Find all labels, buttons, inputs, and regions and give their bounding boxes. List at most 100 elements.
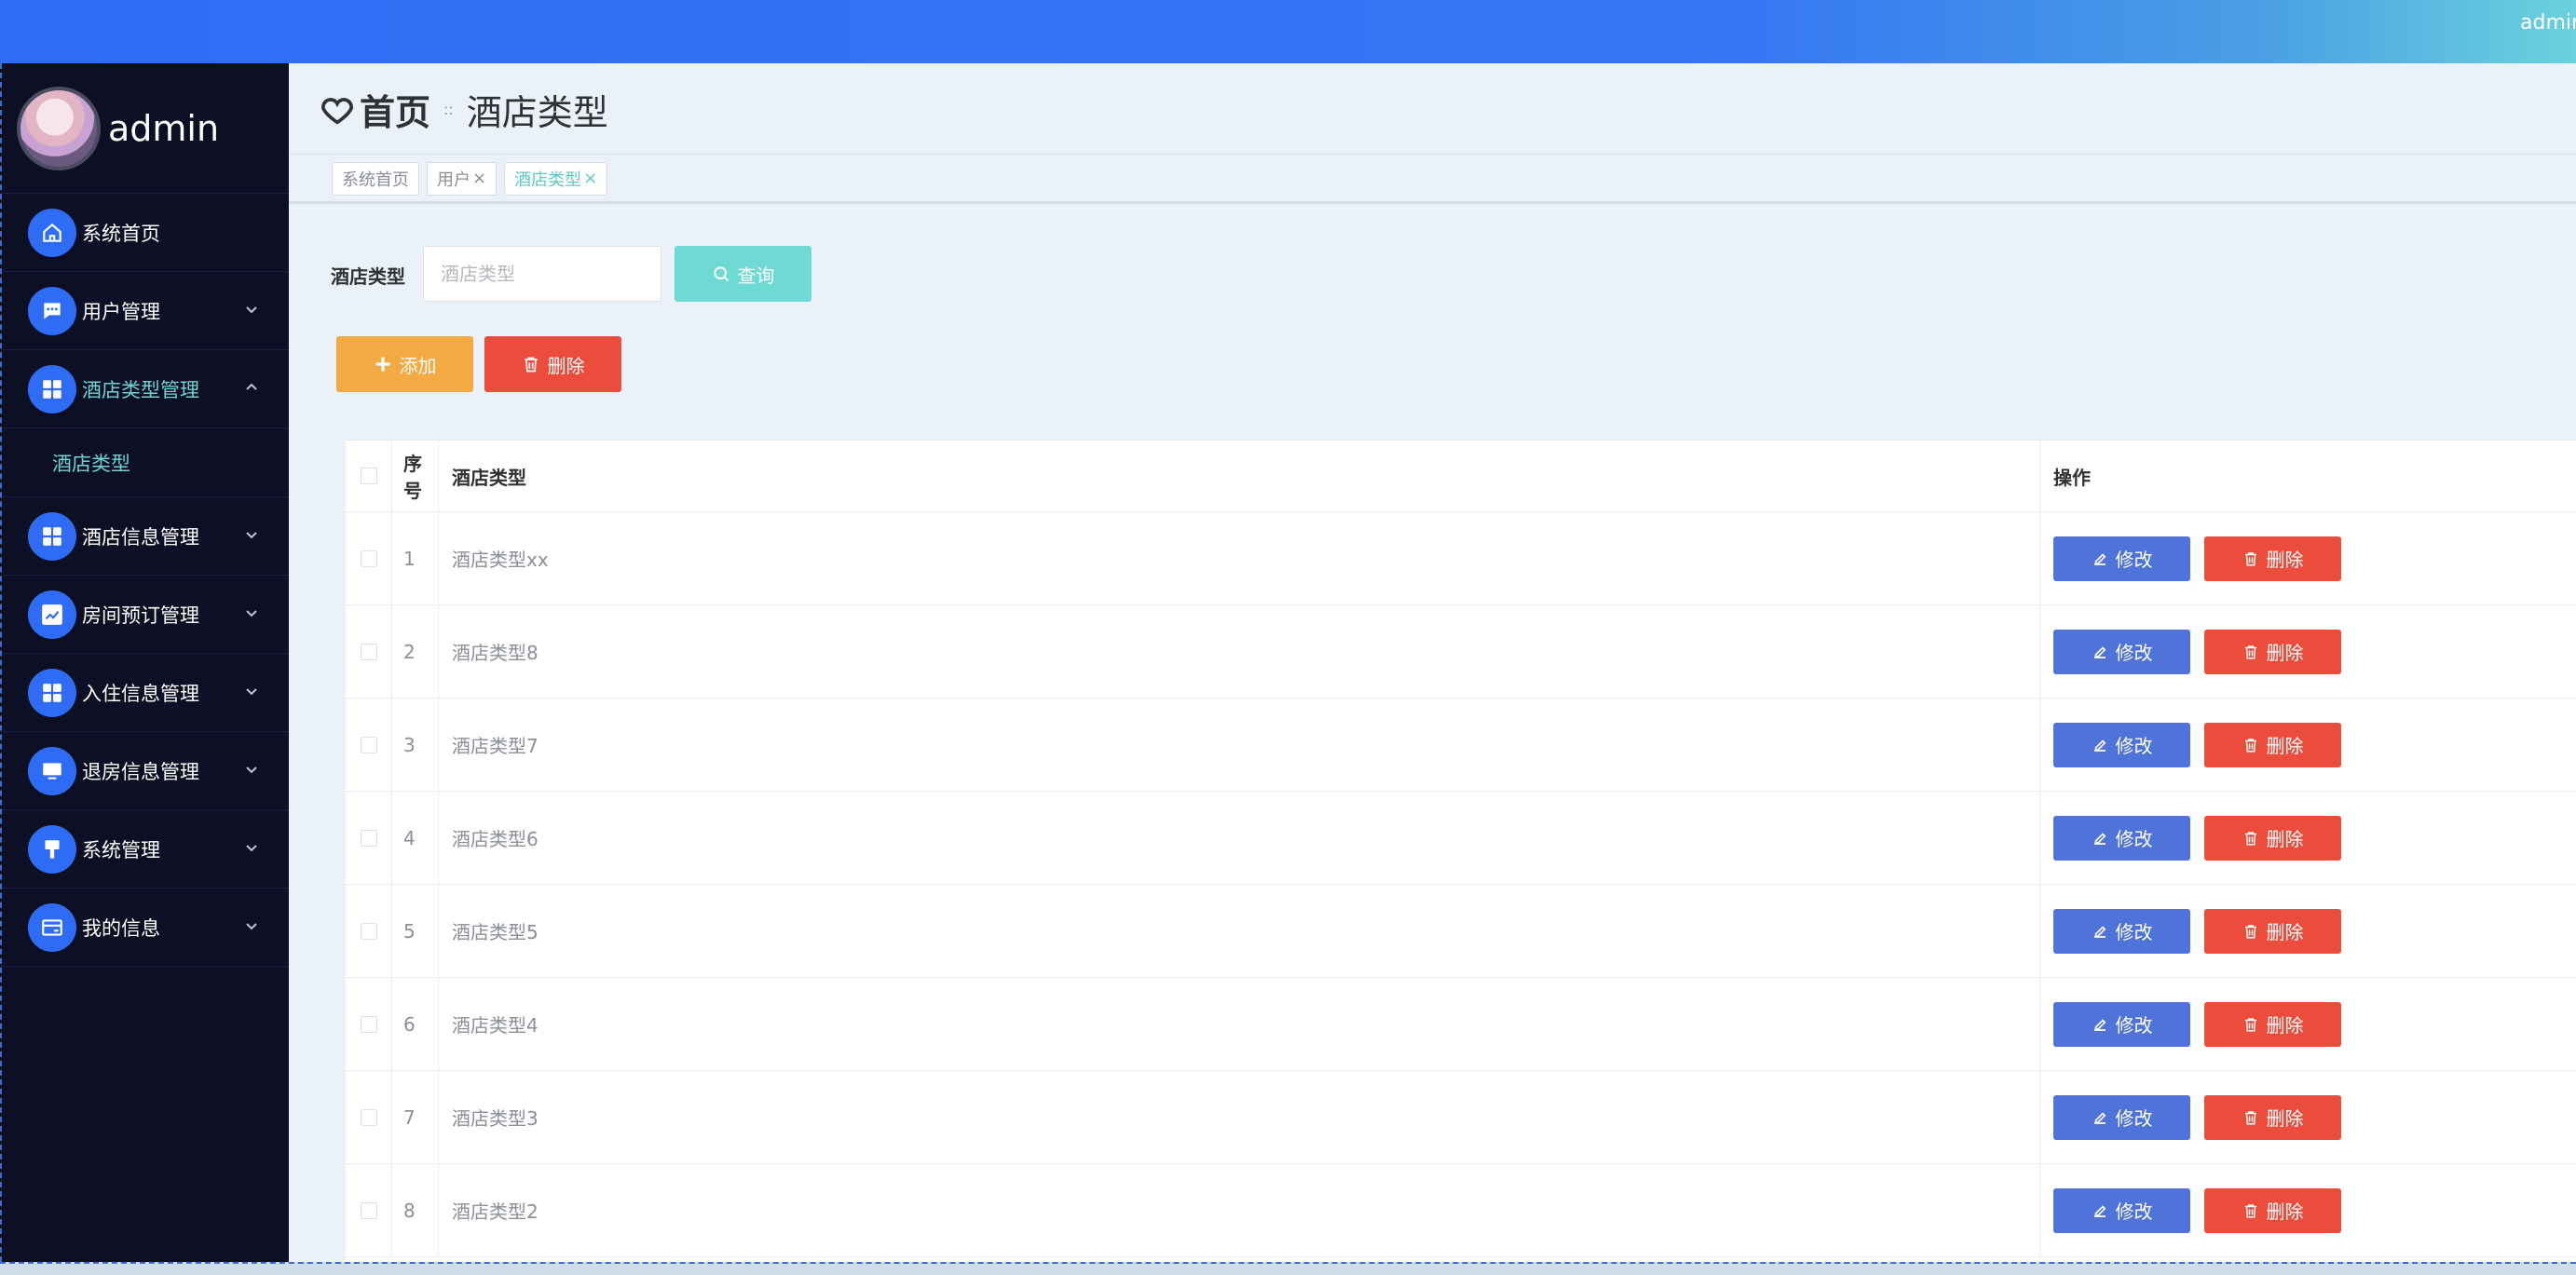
delete-button[interactable]: 删除 bbox=[2204, 815, 2341, 861]
delete-label: 删除 bbox=[2266, 1107, 2304, 1130]
trash-icon bbox=[2242, 830, 2259, 847]
sidebar-subitem-label: 酒店类型 bbox=[52, 452, 130, 475]
sidebar-item-6[interactable]: 退房信息管理 bbox=[2, 732, 289, 810]
edit-icon bbox=[2092, 737, 2108, 753]
row-checkbox[interactable] bbox=[360, 1108, 377, 1126]
row-index: 4 bbox=[392, 792, 439, 884]
select-all-checkbox[interactable] bbox=[360, 468, 377, 484]
table-row: 8 酒店类型2 修改 删除 bbox=[346, 1164, 2576, 1257]
delete-button[interactable]: 删除 bbox=[2204, 908, 2341, 954]
delete-button[interactable]: 删除 bbox=[2204, 1187, 2341, 1233]
chevron-down-icon bbox=[244, 918, 259, 933]
grid-icon bbox=[28, 668, 76, 717]
add-button[interactable]: 添加 bbox=[336, 336, 473, 392]
row-checkbox[interactable] bbox=[360, 643, 377, 660]
edit-label: 修改 bbox=[2115, 735, 2153, 757]
row-hotel-type: 酒店类型8 bbox=[439, 605, 2040, 698]
breadcrumb-home[interactable]: 首页 bbox=[360, 84, 430, 135]
top-user-name[interactable]: admin bbox=[2520, 11, 2576, 34]
delete-label: 删除 bbox=[2266, 735, 2304, 757]
row-index: 3 bbox=[392, 699, 439, 791]
row-index: 6 bbox=[392, 978, 439, 1070]
grid-icon bbox=[28, 511, 76, 561]
edit-button[interactable]: 修改 bbox=[2053, 722, 2190, 767]
sidebar-item-label: 系统首页 bbox=[82, 222, 160, 245]
edit-icon bbox=[2092, 1109, 2108, 1126]
table-header-row: 序号 酒店类型 操作 bbox=[346, 441, 2576, 512]
edit-icon bbox=[2092, 923, 2108, 940]
sidebar-item-1[interactable]: 用户管理 bbox=[2, 272, 289, 350]
row-checkbox[interactable] bbox=[360, 736, 377, 753]
data-table: 序号 酒店类型 操作 1 酒店类型xx 修改 删除 2 酒店类型8 修改 删除 3 酒店类型7 修改… bbox=[346, 440, 2576, 1262]
sidebar-item-3[interactable]: 酒店信息管理 bbox=[2, 497, 289, 576]
row-actions: 修改 删除 bbox=[2040, 792, 2576, 884]
delete-button[interactable]: 删除 bbox=[2204, 1001, 2341, 1047]
row-checkbox-cell bbox=[346, 699, 392, 791]
row-actions: 修改 删除 bbox=[2040, 1164, 2576, 1256]
edit-button[interactable]: 修改 bbox=[2053, 536, 2190, 581]
batch-delete-button[interactable]: 删除 bbox=[484, 336, 621, 392]
edit-label: 修改 bbox=[2115, 642, 2153, 664]
sidebar-item-2[interactable]: 酒店类型管理 bbox=[2, 350, 289, 428]
add-button-label: 添加 bbox=[399, 354, 437, 377]
edit-icon bbox=[2092, 1202, 2108, 1219]
card-icon bbox=[28, 902, 76, 952]
delete-button[interactable]: 删除 bbox=[2204, 1094, 2341, 1140]
delete-button[interactable]: 删除 bbox=[2204, 629, 2341, 674]
edit-button[interactable]: 修改 bbox=[2053, 908, 2190, 954]
row-checkbox[interactable] bbox=[360, 549, 377, 567]
trash-icon bbox=[2242, 1202, 2259, 1219]
sidebar-item-label: 系统管理 bbox=[82, 838, 160, 861]
delete-label: 删除 bbox=[2266, 921, 2304, 943]
tag-label: 酒店类型 bbox=[514, 170, 582, 190]
edit-button[interactable]: 修改 bbox=[2053, 1001, 2190, 1047]
row-hotel-type: 酒店类型4 bbox=[439, 978, 2040, 1070]
search-input[interactable] bbox=[423, 246, 661, 302]
edit-label: 修改 bbox=[2115, 549, 2153, 571]
trash-icon bbox=[2242, 923, 2259, 940]
table-row: 2 酒店类型8 修改 删除 bbox=[346, 605, 2576, 699]
sidebar-item-4[interactable]: 房间预订管理 bbox=[2, 576, 289, 654]
tag-2[interactable]: 酒店类型 × bbox=[504, 161, 608, 196]
sidebar-item-5[interactable]: 入住信息管理 bbox=[2, 654, 289, 732]
edit-button[interactable]: 修改 bbox=[2053, 815, 2190, 861]
edit-label: 修改 bbox=[2115, 1014, 2153, 1037]
row-checkbox[interactable] bbox=[360, 829, 377, 847]
row-index: 2 bbox=[392, 605, 439, 698]
delete-button[interactable]: 删除 bbox=[2204, 722, 2341, 767]
tag-label: 用户 bbox=[437, 170, 470, 190]
row-index: 8 bbox=[392, 1164, 439, 1256]
edit-label: 修改 bbox=[2115, 921, 2153, 943]
delete-button[interactable]: 删除 bbox=[2204, 536, 2341, 581]
edit-button[interactable]: 修改 bbox=[2053, 1094, 2190, 1140]
edit-label: 修改 bbox=[2115, 1107, 2153, 1130]
sidebar-item-7[interactable]: 系统管理 bbox=[2, 810, 289, 888]
edit-button[interactable]: 修改 bbox=[2053, 629, 2190, 674]
sidebar-item-8[interactable]: 我的信息 bbox=[2, 888, 289, 967]
sidebar-item-label: 入住信息管理 bbox=[82, 682, 199, 705]
row-hotel-type: 酒店类型3 bbox=[439, 1071, 2040, 1163]
chevron-down-icon bbox=[244, 527, 259, 542]
row-index: 5 bbox=[392, 885, 439, 977]
sidebar-item-label: 用户管理 bbox=[82, 300, 160, 323]
row-checkbox[interactable] bbox=[360, 1201, 377, 1219]
tag-0[interactable]: 系统首页 bbox=[332, 161, 419, 196]
sidebar-item-0[interactable]: 系统首页 bbox=[2, 194, 289, 272]
query-button[interactable]: 查询 bbox=[675, 246, 811, 302]
row-hotel-type: 酒店类型7 bbox=[439, 699, 2040, 791]
edit-button[interactable]: 修改 bbox=[2053, 1187, 2190, 1233]
close-icon[interactable]: × bbox=[472, 169, 486, 188]
trash-icon bbox=[2242, 644, 2259, 660]
row-checkbox[interactable] bbox=[360, 922, 377, 940]
close-icon[interactable]: × bbox=[583, 169, 597, 188]
delete-label: 删除 bbox=[2266, 1200, 2304, 1223]
row-checkbox-cell bbox=[346, 885, 392, 977]
table-row: 4 酒店类型6 修改 删除 bbox=[346, 792, 2576, 885]
row-checkbox-cell bbox=[346, 1071, 392, 1163]
home-icon bbox=[28, 208, 76, 257]
sidebar-subitem-hotel-type[interactable]: 酒店类型 bbox=[2, 428, 289, 497]
tag-1[interactable]: 用户 × bbox=[427, 161, 497, 196]
row-checkbox[interactable] bbox=[360, 1015, 377, 1033]
row-hotel-type: 酒店类型5 bbox=[439, 885, 2040, 977]
chart-icon bbox=[28, 590, 76, 639]
